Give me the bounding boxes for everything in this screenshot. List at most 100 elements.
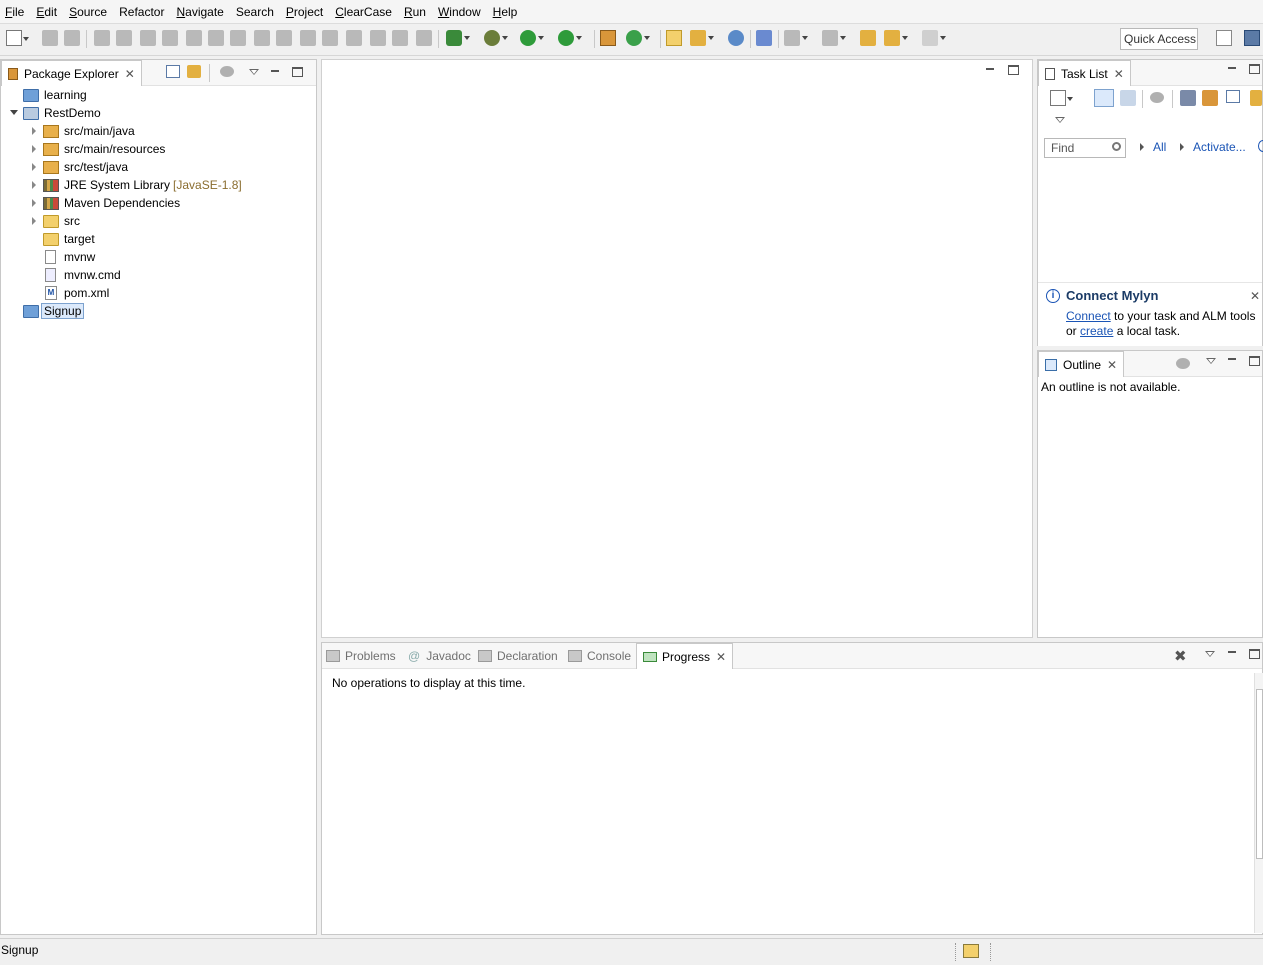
close-icon[interactable]: ✕ xyxy=(1250,289,1260,303)
tree-item-signup[interactable]: Signup xyxy=(9,302,85,320)
focus-icon[interactable] xyxy=(1176,358,1190,369)
maximize-icon[interactable] xyxy=(1249,649,1260,659)
run-icon[interactable] xyxy=(520,30,544,46)
toolbar-icon-4[interactable] xyxy=(162,30,178,46)
next-annotation-icon[interactable] xyxy=(784,30,808,46)
expand-toggle-icon[interactable] xyxy=(29,162,39,172)
expand-toggle-icon[interactable] xyxy=(29,126,39,136)
expand-toggle-icon[interactable] xyxy=(29,216,39,226)
maximize-icon[interactable] xyxy=(1249,356,1260,366)
edit-icon[interactable] xyxy=(690,30,714,46)
tab-outline[interactable]: Outline ✕ xyxy=(1038,351,1125,377)
menu-help[interactable]: Help xyxy=(488,1,525,23)
menu-edit[interactable]: Edit xyxy=(31,1,64,23)
hide-completed-icon[interactable] xyxy=(1180,90,1196,106)
link-icon[interactable] xyxy=(1250,90,1262,106)
maximize-icon[interactable] xyxy=(1249,64,1260,74)
tree-item-src-main-resources[interactable]: src/main/resources xyxy=(29,140,165,158)
toolbar-icon-5[interactable] xyxy=(186,30,202,46)
external-tools-icon[interactable] xyxy=(558,30,582,46)
toolbar-icon-11[interactable] xyxy=(322,30,338,46)
view-menu-icon[interactable] xyxy=(1205,355,1217,367)
menu-file[interactable]: File xyxy=(0,1,31,23)
expand-toggle-icon[interactable] xyxy=(29,198,39,208)
menu-source[interactable]: Source xyxy=(64,1,114,23)
server-icon[interactable] xyxy=(446,30,470,46)
menu-project[interactable]: Project xyxy=(281,1,330,23)
link-with-editor-icon[interactable] xyxy=(187,65,201,78)
tree-item-src-test-java[interactable]: src/test/java xyxy=(29,158,128,176)
view-menu-icon[interactable] xyxy=(248,66,260,78)
menu-run[interactable]: Run xyxy=(399,1,433,23)
toolbar-icon-7[interactable] xyxy=(230,30,246,46)
tab-declaration[interactable]: Declaration xyxy=(478,643,558,669)
prev-annotation-icon[interactable] xyxy=(822,30,846,46)
expand-toggle-icon[interactable] xyxy=(29,180,39,190)
refresh-icon[interactable] xyxy=(626,30,650,46)
toolbar-icon-13[interactable] xyxy=(370,30,386,46)
toolbar-icon-15[interactable] xyxy=(416,30,432,46)
vertical-scrollbar[interactable] xyxy=(1254,673,1263,933)
new-task-icon[interactable] xyxy=(1050,90,1073,106)
toolbar-icon-14[interactable] xyxy=(392,30,408,46)
open-type-icon[interactable] xyxy=(728,30,744,46)
find-input[interactable]: Find xyxy=(1044,138,1126,158)
tree-item-src[interactable]: src xyxy=(29,212,80,230)
categorized-icon[interactable] xyxy=(1094,89,1114,107)
menu-search[interactable]: Search xyxy=(231,1,281,23)
toolbar-icon-9[interactable] xyxy=(276,30,292,46)
java-ee-perspective-icon[interactable] xyxy=(1244,30,1260,46)
tree-item-mvnw-cmd[interactable]: mvnw.cmd xyxy=(29,266,121,284)
maximize-icon[interactable] xyxy=(292,67,303,77)
tab-progress[interactable]: Progress ✕ xyxy=(636,643,734,669)
pin-icon[interactable] xyxy=(756,30,772,46)
menu-navigate[interactable]: Navigate xyxy=(171,1,230,23)
tree-item-pom-xml[interactable]: M pom.xml xyxy=(29,284,109,302)
scheduled-icon[interactable] xyxy=(1120,90,1136,106)
menu-refactor[interactable]: Refactor xyxy=(114,1,171,23)
package-icon[interactable] xyxy=(600,30,616,46)
activate-filter[interactable]: Activate... xyxy=(1180,140,1246,154)
open-folder-icon[interactable] xyxy=(666,30,682,46)
minimize-icon[interactable] xyxy=(269,66,281,78)
minimize-icon[interactable] xyxy=(984,64,996,76)
toolbar-icon-8[interactable] xyxy=(254,30,270,46)
expand-toggle-icon[interactable] xyxy=(9,108,19,118)
tree-item-learning[interactable]: learning xyxy=(9,86,87,104)
create-link[interactable]: create xyxy=(1080,324,1113,338)
toolbar-icon-10[interactable] xyxy=(300,30,316,46)
tree-item-src-main-java[interactable]: src/main/java xyxy=(29,122,135,140)
debug-icon[interactable] xyxy=(484,30,508,46)
close-icon[interactable]: ✕ xyxy=(1114,67,1124,81)
tab-javadoc[interactable]: @ Javadoc xyxy=(408,643,471,669)
remove-all-finished-icon[interactable]: ✖ xyxy=(1174,647,1187,665)
maximize-icon[interactable] xyxy=(1008,65,1019,75)
new-icon[interactable] xyxy=(6,30,29,46)
menu-window[interactable]: Window xyxy=(433,1,488,23)
collapse-all-icon[interactable] xyxy=(1226,90,1240,103)
quick-access-input[interactable]: Quick Access xyxy=(1120,28,1198,50)
menu-clearcase[interactable]: ClearCase xyxy=(330,1,399,23)
focus-icon[interactable] xyxy=(220,66,234,77)
minimize-icon[interactable] xyxy=(1226,354,1238,366)
tree-item-maven-dependencies[interactable]: Maven Dependencies xyxy=(29,194,180,212)
synchronize-icon[interactable] xyxy=(1202,90,1218,106)
view-menu-icon[interactable] xyxy=(1204,648,1216,660)
help-icon[interactable] xyxy=(1258,140,1263,152)
expand-toggle-icon[interactable] xyxy=(29,144,39,154)
save-all-icon[interactable] xyxy=(64,30,80,46)
all-filter[interactable]: All xyxy=(1140,140,1166,154)
focus-workweek-icon[interactable] xyxy=(1150,92,1164,103)
toolbar-icon-2[interactable] xyxy=(116,30,132,46)
tab-console[interactable]: Console xyxy=(568,643,631,669)
editor-area[interactable] xyxy=(321,59,1033,638)
tab-problems[interactable]: Problems xyxy=(326,643,396,669)
tree-item-restdemo[interactable]: RestDemo xyxy=(9,104,101,122)
close-icon[interactable]: ✕ xyxy=(125,67,135,81)
scrollbar-thumb[interactable] xyxy=(1256,689,1263,859)
back-icon[interactable] xyxy=(884,30,908,46)
toolbar-icon-12[interactable] xyxy=(346,30,362,46)
minimize-icon[interactable] xyxy=(1226,63,1238,75)
close-icon[interactable]: ✕ xyxy=(1107,358,1117,372)
toolbar-icon-6[interactable] xyxy=(208,30,224,46)
